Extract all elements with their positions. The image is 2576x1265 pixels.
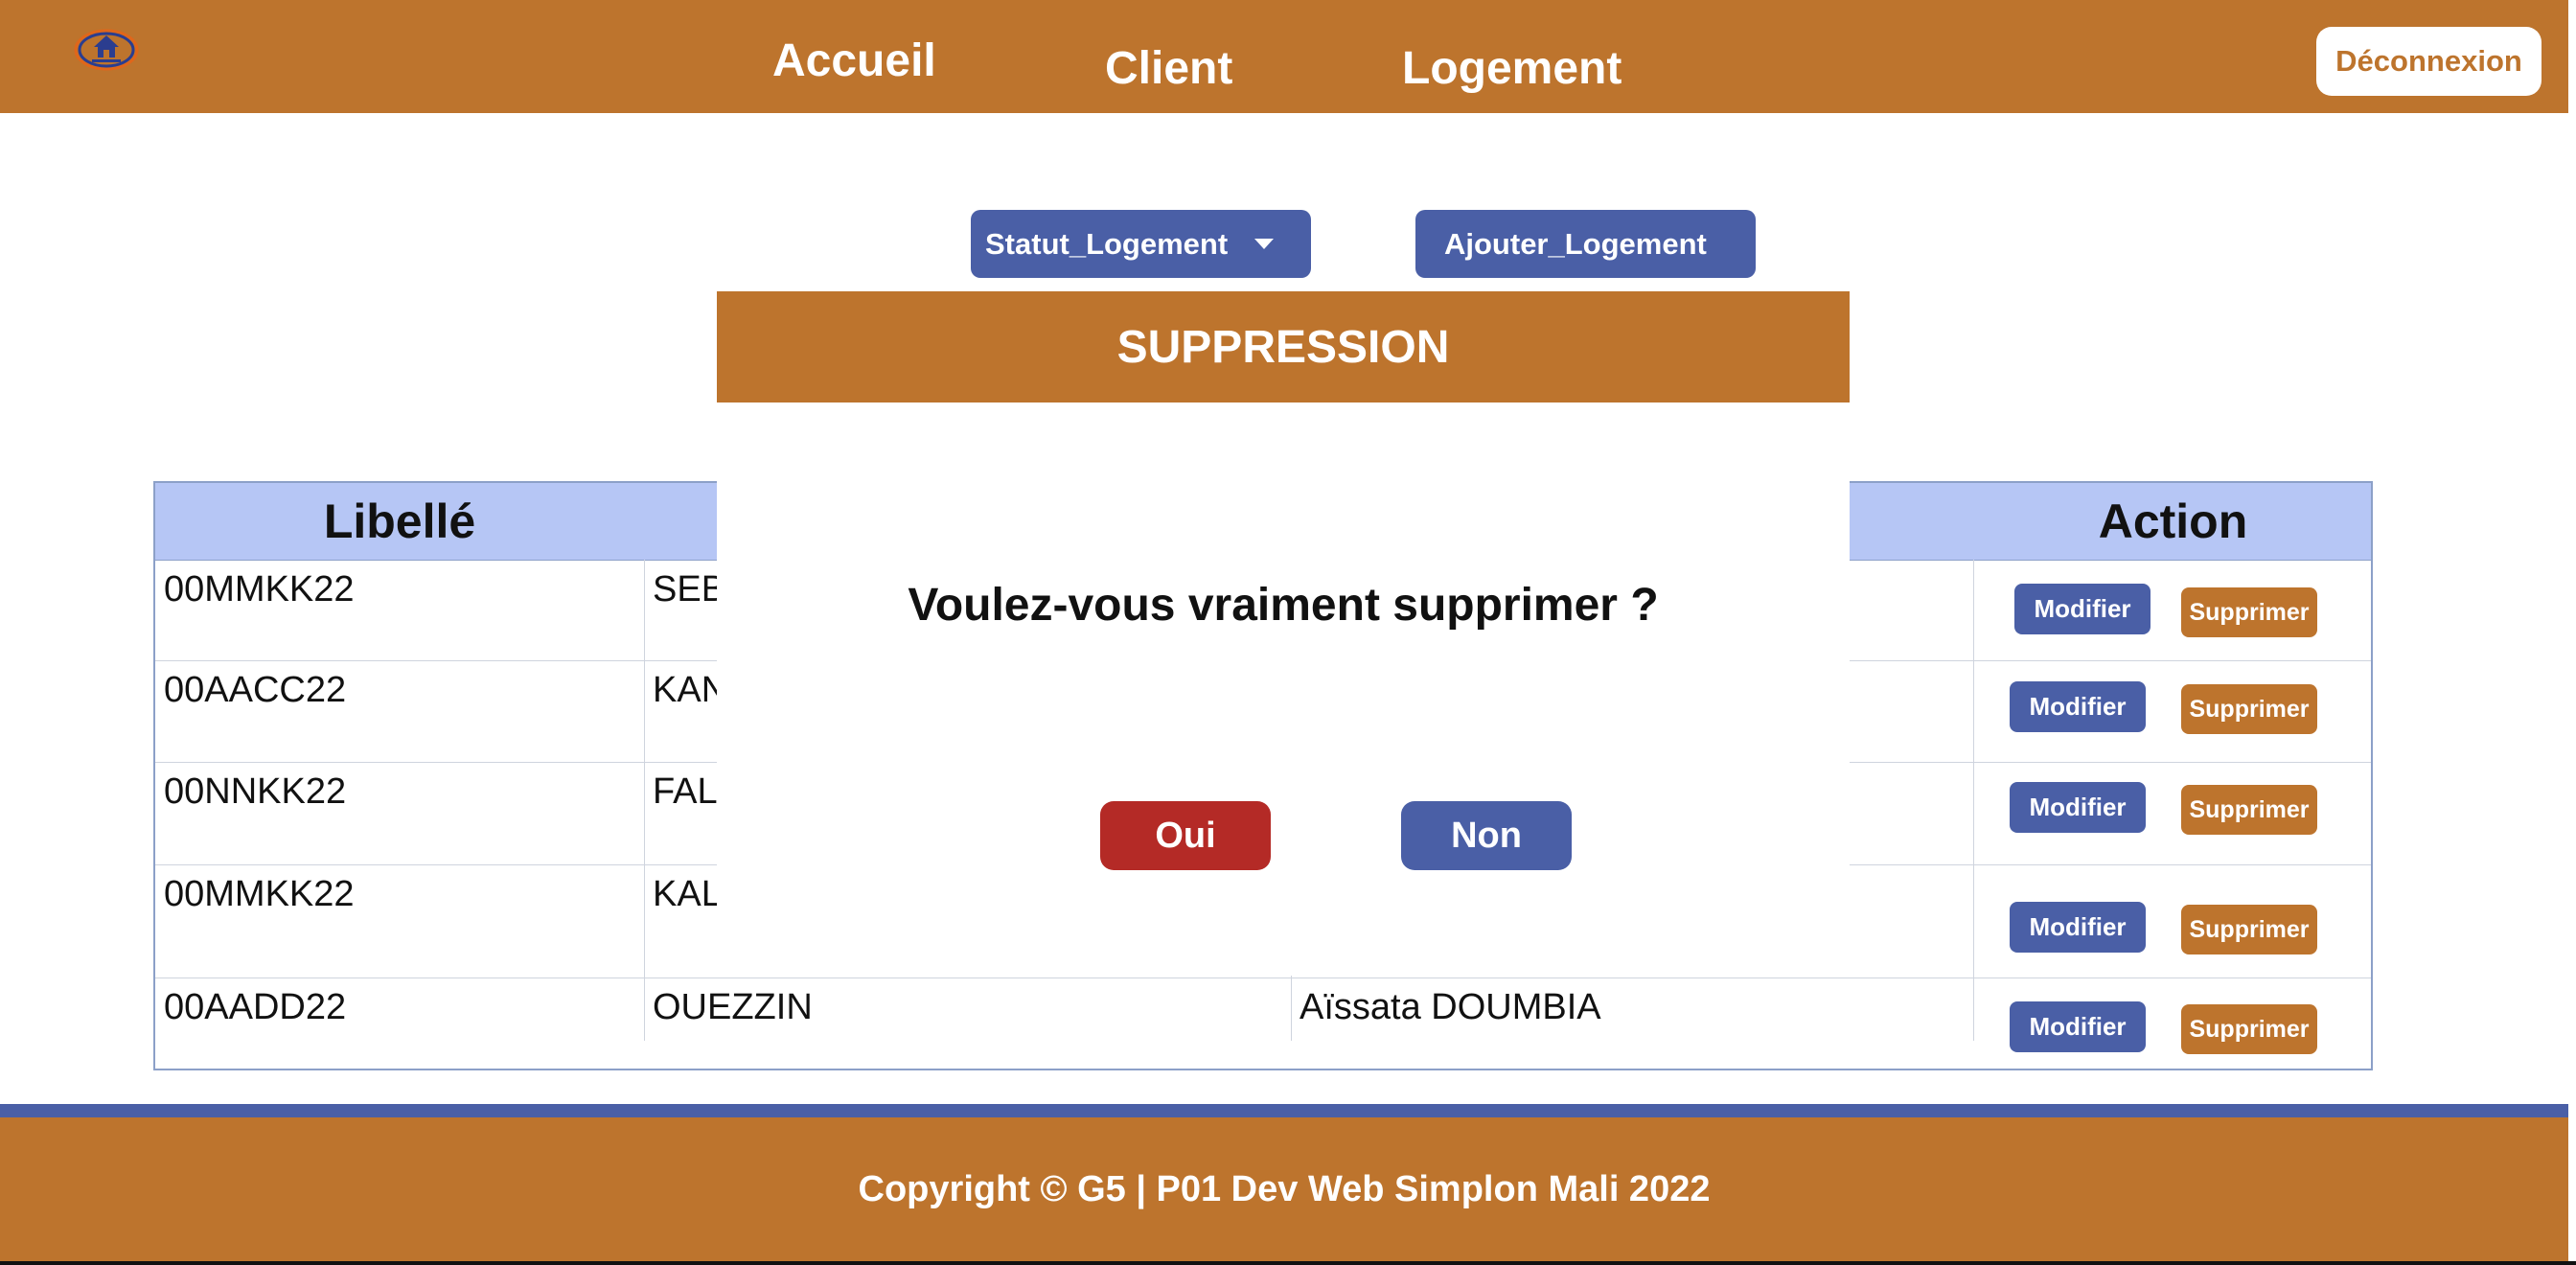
cell-col3: Aïssata DOUMBIA bbox=[1300, 987, 1601, 1027]
page-edge bbox=[2568, 0, 2576, 1265]
delete-button[interactable]: Supprimer bbox=[2181, 785, 2317, 835]
cell-libelle: 00MMKK22 bbox=[164, 569, 355, 610]
top-navbar: Accueil Client Logement Déconnexion bbox=[0, 0, 2568, 113]
modal-question: Voulez-vous vraiment supprimer ? bbox=[908, 580, 1659, 631]
delete-button[interactable]: Supprimer bbox=[2181, 587, 2317, 637]
delete-button[interactable]: Supprimer bbox=[2181, 1004, 2317, 1054]
caret-down-icon bbox=[1254, 239, 1275, 249]
cell-libelle: 00AACC22 bbox=[164, 670, 347, 710]
cell-col2: OUEZZIN bbox=[653, 987, 813, 1027]
column-header-action: Action bbox=[2098, 494, 2248, 548]
logout-button[interactable]: Déconnexion bbox=[2316, 27, 2542, 96]
cell-col2: SEB bbox=[653, 569, 726, 610]
window-bottom-edge bbox=[0, 1261, 2576, 1265]
column-header-libelle: Libellé bbox=[323, 494, 476, 548]
cell-col2: KAL bbox=[653, 874, 722, 914]
delete-button[interactable]: Supprimer bbox=[2181, 684, 2317, 734]
add-housing-button[interactable]: Ajouter_Logement bbox=[1415, 210, 1756, 278]
cell-libelle: 00MMKK22 bbox=[164, 874, 355, 914]
modify-button[interactable]: Modifier bbox=[2010, 681, 2146, 732]
nav-client[interactable]: Client bbox=[1105, 42, 1232, 95]
footer: Copyright © G5 | P01 Dev Web Simplon Mal… bbox=[0, 1117, 2568, 1261]
cell-libelle: 00NNKK22 bbox=[164, 771, 347, 812]
home-logo-icon[interactable] bbox=[73, 27, 140, 73]
modify-button[interactable]: Modifier bbox=[2014, 584, 2150, 634]
table-row: 00AADD22 OUEZZIN Aïssata DOUMBIA Modifie… bbox=[155, 978, 2371, 1069]
cell-col2: FAL/ bbox=[653, 771, 728, 812]
modify-button[interactable]: Modifier bbox=[2010, 1001, 2146, 1052]
delete-confirm-modal: SUPPRESSION Voulez-vous vraiment supprim… bbox=[717, 291, 1850, 976]
status-dropdown[interactable]: Statut_Logement bbox=[971, 210, 1311, 278]
footer-divider bbox=[0, 1104, 2568, 1117]
modal-title: SUPPRESSION bbox=[717, 291, 1850, 402]
modify-button[interactable]: Modifier bbox=[2010, 782, 2146, 833]
modify-button[interactable]: Modifier bbox=[2010, 902, 2146, 953]
add-housing-label: Ajouter_Logement bbox=[1444, 226, 1707, 261]
cell-libelle: 00AADD22 bbox=[164, 987, 347, 1027]
nav-logement[interactable]: Logement bbox=[1402, 42, 1622, 95]
footer-copyright: Copyright © G5 | P01 Dev Web Simplon Mal… bbox=[858, 1168, 1711, 1209]
nav-accueil[interactable]: Accueil bbox=[772, 34, 936, 87]
cell-col2: KAN bbox=[653, 670, 728, 710]
delete-button[interactable]: Supprimer bbox=[2181, 905, 2317, 954]
confirm-yes-button[interactable]: Oui bbox=[1100, 801, 1271, 870]
status-dropdown-label: Statut_Logement bbox=[985, 226, 1229, 261]
confirm-no-button[interactable]: Non bbox=[1401, 801, 1572, 870]
